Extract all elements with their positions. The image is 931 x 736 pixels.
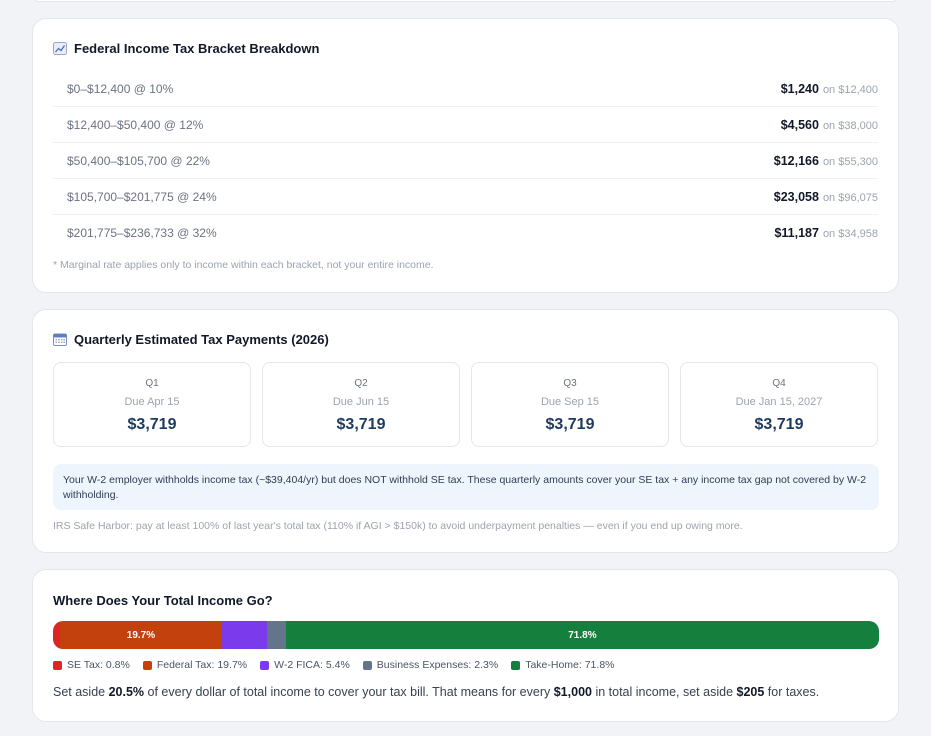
bracket-breakdown-card: Federal Income Tax Bracket Breakdown $0–… [32, 18, 899, 293]
quarter-card-q1: Q1 Due Apr 15 $3,719 [53, 362, 251, 447]
base-amount: $1,000 [553, 685, 592, 699]
bracket-taxable: on $12,400 [822, 83, 878, 96]
bar-segment-business-expenses [266, 621, 286, 649]
bar-segment-take-home: 71.8% [285, 621, 879, 649]
quarter-label: Q3 [563, 378, 577, 389]
legend-item: Business Expenses: 2.3% [362, 659, 499, 671]
legend-swatch [260, 660, 270, 670]
income-stacked-bar: 19.7% 71.8% [53, 621, 879, 649]
bracket-row: $50,400–$105,700 @ 22% $12,166 on $55,300 [53, 143, 878, 179]
legend-item: W-2 FICA: 5.4% [260, 659, 350, 671]
bracket-row: $12,400–$50,400 @ 12% $4,560 on $38,000 [53, 107, 878, 143]
quarter-due-date: Due Apr 15 [124, 396, 180, 408]
bracket-tax-amount: $23,058 [773, 189, 819, 204]
bracket-row: $201,775–$236,733 @ 32% $11,187 on $34,95… [53, 215, 878, 251]
safe-harbor-note: IRS Safe Harbor: pay at least 100% of la… [53, 520, 743, 532]
quarter-amount: $3,719 [127, 416, 177, 433]
bracket-tax-amount: $1,240 [780, 81, 819, 96]
quarter-due-date: Due Jan 15, 2027 [735, 396, 823, 408]
legend-label: Business Expenses: 2.3% [376, 659, 499, 671]
bracket-row: $105,700–$201,775 @ 24% $23,058 on $96,07… [53, 179, 878, 215]
bracket-range: $105,700–$201,775 @ 24% [67, 189, 217, 204]
legend-item: SE Tax: 0.8% [53, 659, 130, 671]
quarter-label: Q4 [772, 378, 786, 389]
legend-label: Federal Tax: 19.7% [156, 659, 248, 671]
legend-item: Take-Home: 71.8% [511, 659, 615, 671]
bracket-taxable: on $38,000 [822, 119, 878, 132]
previous-card-edge [32, 0, 899, 2]
calendar-icon [53, 333, 67, 346]
income-legend: SE Tax: 0.8% Federal Tax: 19.7% W-2 FICA: … [53, 659, 615, 671]
quarter-amount: $3,719 [545, 416, 595, 433]
quarter-amount: $3,719 [336, 416, 386, 433]
bracket-taxable: on $96,075 [822, 191, 878, 204]
quarter-amount: $3,719 [754, 416, 804, 433]
bar-segment-w-2-fica [222, 621, 267, 649]
legend-swatch [53, 660, 62, 670]
bracket-tax-amount: $11,187 [774, 226, 819, 240]
quarter-card-q2: Q2 Due Jun 15 $3,719 [262, 362, 460, 447]
bracket-tax-amount: $12,166 [773, 153, 819, 168]
chart-icon [53, 42, 67, 55]
legend-swatch [362, 660, 372, 670]
set-aside-amount: $205 [736, 685, 765, 699]
set-aside-summary: Set aside 20.5% of every dollar of total… [53, 685, 820, 699]
bracket-taxable: on $34,958 [822, 228, 878, 240]
bracket-taxable: on $55,300 [822, 155, 878, 168]
bracket-row: $0–$12,400 @ 10% $1,240 on $12,400 [53, 71, 878, 107]
quarter-card-q4: Q4 Due Jan 15, 2027 $3,719 [680, 362, 878, 447]
legend-label: W-2 FICA: 5.4% [274, 659, 350, 671]
bar-segment-se-tax [53, 621, 60, 649]
quarter-label: Q1 [145, 378, 159, 389]
bracket-footnote: * Marginal rate applies only to income w… [53, 259, 434, 271]
legend-item: Federal Tax: 19.7% [142, 659, 248, 671]
income-distribution-card: Where Does Your Total Income Go? 19.7% 71… [32, 569, 899, 722]
quarter-card-q3: Q3 Due Sep 15 $3,719 [471, 362, 669, 447]
income-card-title: Where Does Your Total Income Go? [53, 593, 273, 608]
legend-swatch [511, 660, 521, 670]
legend-swatch [142, 660, 152, 670]
bracket-range: $0–$12,400 @ 10% [67, 81, 174, 96]
bracket-card-title: Federal Income Tax Bracket Breakdown [53, 41, 319, 56]
quarterly-payments-card: Quarterly Estimated Tax Payments (2026) … [32, 309, 899, 553]
bracket-range: $50,400–$105,700 @ 22% [67, 153, 210, 168]
quarter-list: Q1 Due Apr 15 $3,719 Q2 Due Jun 15 $3,71… [53, 362, 878, 447]
legend-label: SE Tax: 0.8% [67, 659, 130, 671]
bracket-tax-amount: $4,560 [780, 117, 819, 132]
bracket-list: $0–$12,400 @ 10% $1,240 on $12,400 $12,40… [53, 71, 878, 251]
quarter-label: Q2 [354, 378, 368, 389]
withholding-info-box: Your W-2 employer withholds income tax (… [53, 464, 879, 510]
bracket-range: $201,775–$236,733 @ 32% [67, 226, 217, 240]
quarterly-card-title: Quarterly Estimated Tax Payments (2026) [53, 332, 329, 347]
quarter-due-date: Due Jun 15 [332, 396, 390, 408]
set-aside-percent: 20.5% [108, 685, 145, 699]
quarter-due-date: Due Sep 15 [540, 396, 600, 408]
legend-label: Take-Home: 71.8% [525, 659, 615, 671]
bracket-range: $12,400–$50,400 @ 12% [67, 117, 204, 132]
bar-segment-federal-tax: 19.7% [59, 621, 223, 649]
